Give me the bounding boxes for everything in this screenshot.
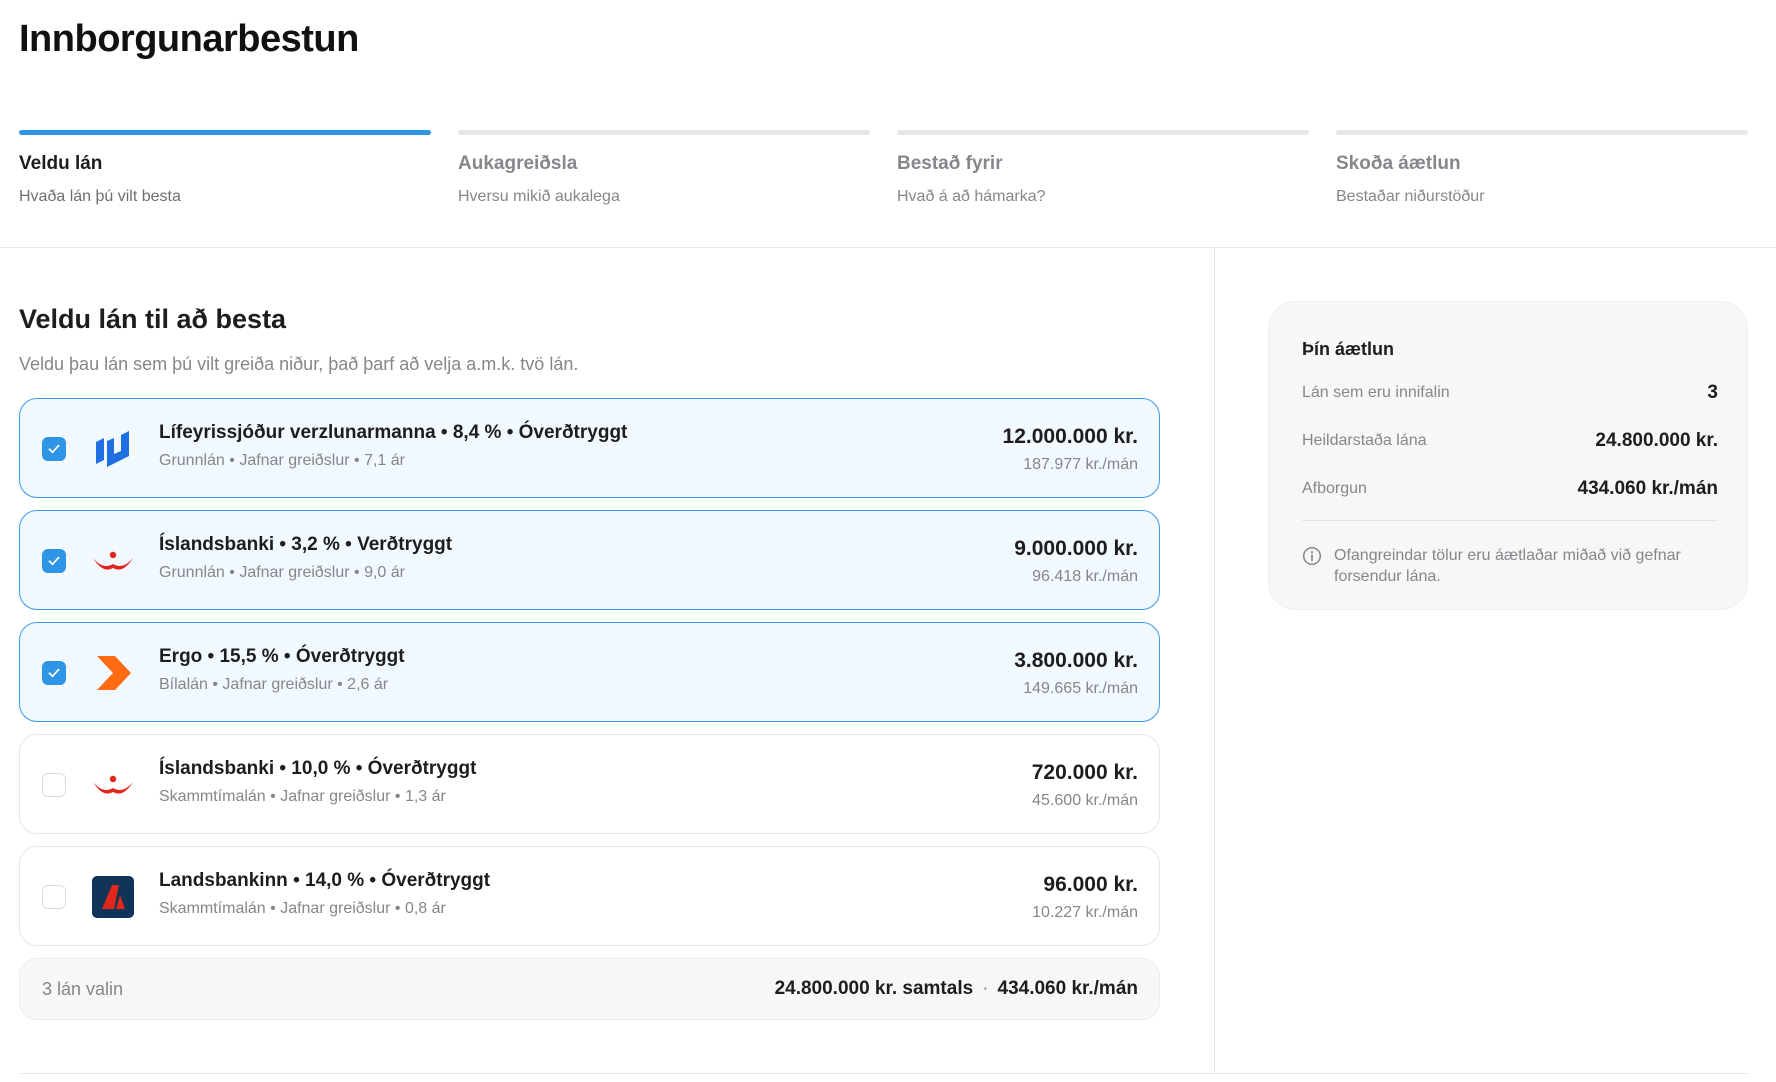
step-subtitle: Bestaðar niðurstöður	[1336, 188, 1485, 205]
loan-card[interactable]: Landsbankinn • 14,0 % • Óverðtryggt Skam…	[19, 846, 1160, 946]
loan-name: Lífeyrissjóður verzlunarmanna • 8,4 % • …	[159, 422, 628, 443]
check-icon	[48, 444, 60, 454]
islandsbanki-logo-icon	[91, 763, 135, 807]
step-title: Skoða áætlun	[1336, 153, 1461, 174]
plan-value: 434.060 kr./mán	[1577, 478, 1719, 499]
loan-checkbox[interactable]	[42, 661, 66, 685]
selected-count: 3 lán valin	[42, 979, 124, 999]
loan-amount: 3.800.000 kr.	[1014, 649, 1138, 672]
plan-label: Afborgun	[1302, 480, 1367, 497]
check-icon	[48, 556, 60, 566]
summary-total: 24.800.000 kr. samtals	[774, 978, 974, 999]
ergo-logo-icon	[91, 651, 135, 695]
plan-divider	[1302, 520, 1718, 521]
step-progress-bar	[897, 130, 1309, 135]
section-subtitle: Veldu þau lán sem þú vilt greiða niður, …	[19, 354, 579, 374]
step-aukagreidsla[interactable]: Aukagreiðsla Hversu mikið aukalega	[458, 130, 870, 206]
loan-monthly-payment: 45.600 kr./mán	[1032, 792, 1138, 809]
step-progress-bar	[458, 130, 870, 135]
loan-card[interactable]: Ergo • 15,5 % • Óverðtryggt Bílalán • Ja…	[19, 622, 1160, 722]
loan-meta: Grunnlán • Jafnar greiðslur • 9,0 ár	[159, 564, 405, 581]
summary-totals: 24.800.000 kr. samtals · 434.060 kr./mán	[775, 978, 1138, 1000]
loan-meta: Bílalán • Jafnar greiðslur • 2,6 ár	[159, 676, 389, 693]
step-progress-bar	[19, 130, 431, 135]
loan-amount: 9.000.000 kr.	[1014, 537, 1138, 560]
loan-amount: 96.000 kr.	[1043, 873, 1138, 896]
loan-monthly-payment: 187.977 kr./mán	[1023, 456, 1138, 473]
plan-value: 24.800.000 kr.	[1595, 430, 1718, 451]
step-subtitle: Hvað á að hámarka?	[897, 188, 1046, 205]
header-divider	[0, 247, 1776, 248]
plan-row-total-balance: Heildarstaða lána 24.800.000 kr.	[1302, 430, 1718, 452]
plan-row-payment: Afborgun 434.060 kr./mán	[1302, 478, 1718, 500]
loan-monthly-payment: 149.665 kr./mán	[1023, 680, 1138, 697]
loan-name: Íslandsbanki • 3,2 % • Verðtryggt	[159, 534, 453, 555]
loan-card[interactable]: Íslandsbanki • 3,2 % • Verðtryggt Grunnl…	[19, 510, 1160, 610]
loan-name: Ergo • 15,5 % • Óverðtryggt	[159, 646, 405, 667]
lv-logo-icon	[91, 427, 135, 471]
loan-name: Landsbankinn • 14,0 % • Óverðtryggt	[159, 870, 491, 891]
column-divider	[1214, 247, 1215, 1074]
loan-meta: Grunnlán • Jafnar greiðslur • 7,1 ár	[159, 452, 405, 469]
step-progress-bar	[1336, 130, 1748, 135]
loan-monthly-payment: 96.418 kr./mán	[1032, 568, 1138, 585]
step-title: Bestað fyrir	[897, 153, 1003, 174]
loan-checkbox[interactable]	[42, 549, 66, 573]
loan-checkbox[interactable]	[42, 773, 66, 797]
loan-amount: 720.000 kr.	[1031, 761, 1138, 784]
step-subtitle: Hversu mikið aukalega	[458, 188, 620, 205]
plan-label: Lán sem eru innifalin	[1302, 384, 1450, 401]
loan-card[interactable]: Lífeyrissjóður verzlunarmanna • 8,4 % • …	[19, 398, 1160, 498]
landsbankinn-logo-icon	[91, 875, 135, 919]
stepper: Veldu lán Hvaða lán þú vilt besta Aukagr…	[19, 130, 1748, 206]
info-icon	[1302, 546, 1322, 566]
plan-card: Þín áætlun Lán sem eru innifalin 3 Heild…	[1268, 301, 1748, 610]
plan-label: Heildarstaða lána	[1302, 432, 1427, 449]
step-skoda-aaetlun[interactable]: Skoða áætlun Bestaðar niðurstöður	[1336, 130, 1748, 206]
summary-separator: ·	[982, 978, 989, 999]
selection-summary: 3 lán valin 24.800.000 kr. samtals · 434.0…	[19, 958, 1160, 1020]
page-title: Innborgunarbestun	[19, 18, 359, 60]
step-title: Aukagreiðsla	[458, 153, 578, 174]
loan-checkbox[interactable]	[42, 885, 66, 909]
loan-name: Íslandsbanki • 10,0 % • Óverðtryggt	[159, 758, 477, 779]
check-icon	[48, 668, 60, 678]
step-subtitle: Hvaða lán þú vilt besta	[19, 188, 181, 205]
islandsbanki-logo-icon	[91, 539, 135, 583]
plan-note: Ofangreindar tölur eru áætlaðar miðað vi…	[1302, 545, 1718, 587]
plan-value: 3	[1707, 382, 1718, 403]
summary-monthly: 434.060 kr./mán	[997, 978, 1139, 999]
step-bestad-fyrir[interactable]: Bestað fyrir Hvað á að hámarka?	[897, 130, 1309, 206]
loan-meta: Skammtímalán • Jafnar greiðslur • 0,8 ár	[159, 900, 446, 917]
plan-title: Þín áætlun	[1302, 339, 1395, 359]
loan-meta: Skammtímalán • Jafnar greiðslur • 1,3 ár	[159, 788, 446, 805]
loan-list: Lífeyrissjóður verzlunarmanna • 8,4 % • …	[19, 398, 1160, 958]
loan-card[interactable]: Íslandsbanki • 10,0 % • Óverðtryggt Skam…	[19, 734, 1160, 834]
loan-checkbox[interactable]	[42, 437, 66, 461]
section-title: Veldu lán til að besta	[19, 304, 287, 334]
step-veldu-lan[interactable]: Veldu lán Hvaða lán þú vilt besta	[19, 130, 431, 206]
plan-note-text: Ofangreindar tölur eru áætlaðar miðað vi…	[1334, 547, 1681, 585]
page: Innborgunarbestun Veldu lán Hvaða lán þú…	[0, 0, 1776, 1082]
bottom-divider	[19, 1073, 1748, 1074]
plan-row-loans-included: Lán sem eru innifalin 3	[1302, 382, 1718, 404]
loan-monthly-payment: 10.227 kr./mán	[1032, 904, 1138, 921]
loan-amount: 12.000.000 kr.	[1002, 425, 1138, 448]
step-title: Veldu lán	[19, 153, 103, 174]
